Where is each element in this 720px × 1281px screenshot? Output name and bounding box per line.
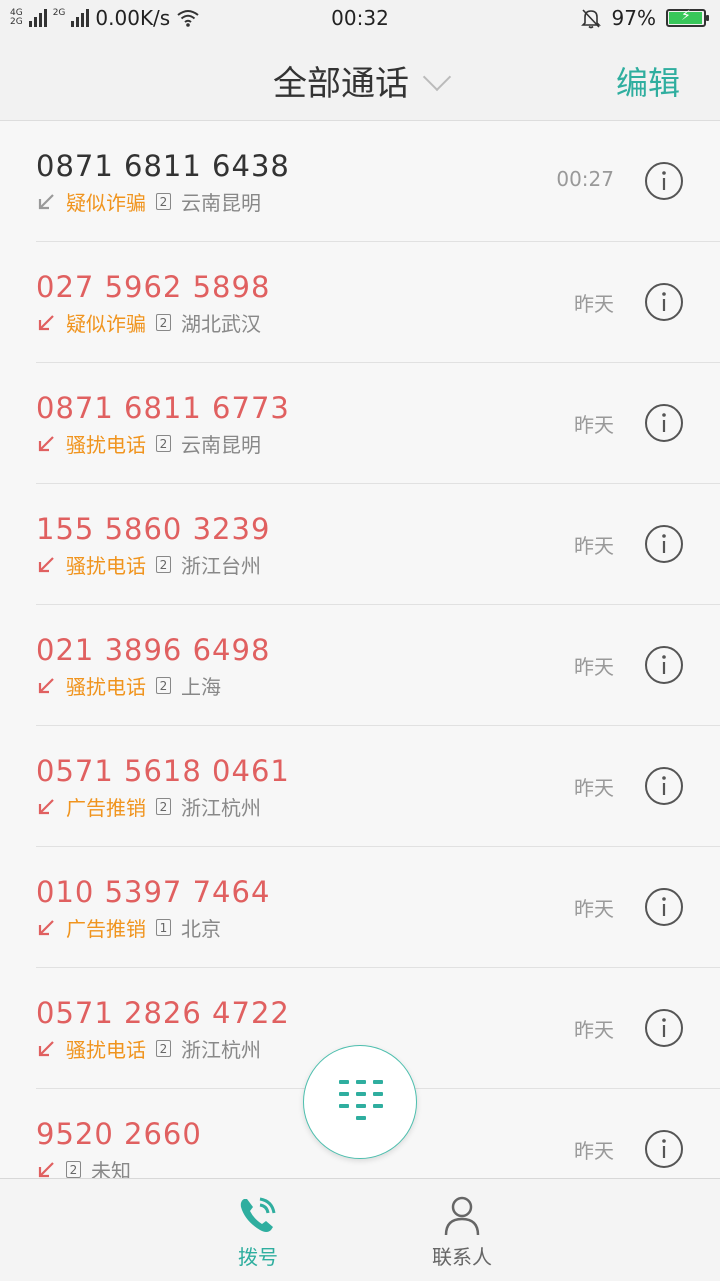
call-log-row[interactable]: 021 3896 6498 骚扰电话 2 上海 昨天 xyxy=(36,605,720,726)
info-icon[interactable] xyxy=(644,403,684,443)
dialpad-icon xyxy=(339,1080,383,1120)
call-time: 昨天 xyxy=(574,655,614,679)
charging-bolt-icon: ⚡ xyxy=(681,8,691,24)
caller-location: 北京 xyxy=(181,917,221,941)
dialpad-button[interactable] xyxy=(303,1045,417,1159)
call-time: 昨天 xyxy=(574,292,614,316)
phone-number: 155 5860 3239 xyxy=(36,512,271,546)
call-details: 广告推销 2 浙江杭州 xyxy=(36,792,261,821)
caller-location: 上海 xyxy=(181,675,221,699)
tab-contacts-label: 联系人 xyxy=(432,1245,492,1269)
phone-number: 0571 2826 4722 xyxy=(36,996,290,1030)
incoming-call-arrow-icon xyxy=(36,1039,56,1059)
incoming-call-arrow-icon xyxy=(36,676,56,696)
caller-location: 云南昆明 xyxy=(181,191,261,215)
battery-percent: 97% xyxy=(611,6,656,30)
spam-tag: 骚扰电话 xyxy=(66,433,146,457)
phone-number: 0871 6811 6773 xyxy=(36,391,290,425)
phone-number: 021 3896 6498 xyxy=(36,633,271,667)
info-icon[interactable] xyxy=(644,766,684,806)
info-icon[interactable] xyxy=(644,282,684,322)
call-details: 骚扰电话 2 浙江台州 xyxy=(36,550,261,579)
call-time: 昨天 xyxy=(574,534,614,558)
spam-tag: 疑似诈骗 xyxy=(66,312,146,336)
caller-location: 浙江杭州 xyxy=(181,796,261,820)
mute-bell-icon xyxy=(580,9,601,29)
tab-contacts[interactable]: 联系人 xyxy=(402,1193,522,1270)
page-title: 全部通话 xyxy=(273,64,409,104)
spam-tag: 广告推销 xyxy=(66,796,146,820)
call-time: 昨天 xyxy=(574,776,614,800)
info-icon[interactable] xyxy=(644,1129,684,1169)
spam-tag: 骚扰电话 xyxy=(66,1038,146,1062)
info-icon[interactable] xyxy=(644,887,684,927)
sim-card-icon: 2 xyxy=(156,435,171,452)
incoming-call-arrow-icon xyxy=(36,434,56,454)
incoming-call-arrow-icon xyxy=(36,192,56,212)
header: 全部通话 编辑 xyxy=(0,38,720,121)
info-icon[interactable] xyxy=(644,1008,684,1048)
call-log-list: 0871 6811 6438 疑似诈骗 2 云南昆明 00:27 027 5962 589… xyxy=(0,121,720,1178)
call-filter-dropdown[interactable]: 全部通话 xyxy=(0,56,720,105)
tab-dial-label: 拨号 xyxy=(238,1245,278,1269)
call-time: 昨天 xyxy=(574,1139,614,1163)
call-log-row[interactable]: 0871 6811 6438 疑似诈骗 2 云南昆明 00:27 xyxy=(36,121,720,242)
caller-location: 湖北武汉 xyxy=(181,312,261,336)
sim-card-icon: 2 xyxy=(66,1161,81,1178)
caller-location: 浙江杭州 xyxy=(181,1038,261,1062)
phone-number: 9520 2660 xyxy=(36,1117,202,1151)
sim-card-icon: 1 xyxy=(156,919,171,936)
call-details: 骚扰电话 2 云南昆明 xyxy=(36,429,261,458)
call-time: 昨天 xyxy=(574,897,614,921)
edit-button[interactable]: 编辑 xyxy=(616,58,680,104)
status-bar: 4G 2G 2G 0.00K/s 00:32 97% ⚡ xyxy=(0,0,720,38)
info-icon[interactable] xyxy=(644,524,684,564)
sim-card-icon: 2 xyxy=(156,193,171,210)
incoming-call-arrow-icon xyxy=(36,555,56,575)
sim-card-icon: 2 xyxy=(156,798,171,815)
info-icon[interactable] xyxy=(644,161,684,201)
incoming-call-arrow-icon xyxy=(36,313,56,333)
call-time: 昨天 xyxy=(574,1018,614,1042)
spam-tag: 骚扰电话 xyxy=(66,675,146,699)
info-icon[interactable] xyxy=(644,645,684,685)
phone-icon xyxy=(240,1197,276,1232)
call-details: 骚扰电话 2 浙江杭州 xyxy=(36,1034,261,1063)
call-log-row[interactable]: 010 5397 7464 广告推销 1 北京 昨天 xyxy=(36,847,720,968)
call-log-row[interactable]: 155 5860 3239 骚扰电话 2 浙江台州 昨天 xyxy=(36,484,720,605)
chevron-down-icon xyxy=(422,62,452,92)
sim-card-icon: 2 xyxy=(156,314,171,331)
incoming-call-arrow-icon xyxy=(36,1160,56,1179)
call-log-row[interactable]: 0871 6811 6773 骚扰电话 2 云南昆明 昨天 xyxy=(36,363,720,484)
call-time: 00:27 xyxy=(556,167,614,191)
call-details: 疑似诈骗 2 湖北武汉 xyxy=(36,308,261,337)
spam-tag: 疑似诈骗 xyxy=(66,191,146,215)
call-details: 疑似诈骗 2 云南昆明 xyxy=(36,187,261,216)
tab-dial[interactable]: 拨号 xyxy=(198,1193,318,1270)
spam-tag: 广告推销 xyxy=(66,917,146,941)
bottom-nav: 拨号 联系人 xyxy=(0,1178,720,1281)
call-details: 骚扰电话 2 上海 xyxy=(36,671,221,700)
caller-location: 未知 xyxy=(91,1159,131,1178)
call-details: 广告推销 1 北京 xyxy=(36,913,221,942)
phone-number: 027 5962 5898 xyxy=(36,270,271,304)
sim-card-icon: 2 xyxy=(156,1040,171,1057)
phone-number: 010 5397 7464 xyxy=(36,875,271,909)
phone-number: 0571 5618 0461 xyxy=(36,754,290,788)
phone-number: 0871 6811 6438 xyxy=(36,149,290,183)
sim-card-icon: 2 xyxy=(156,677,171,694)
call-log-row[interactable]: 0571 5618 0461 广告推销 2 浙江杭州 昨天 xyxy=(36,726,720,847)
battery-icon: ⚡ xyxy=(666,8,709,27)
spam-tag: 骚扰电话 xyxy=(66,554,146,578)
status-right: 97% ⚡ xyxy=(580,6,709,30)
call-log-row[interactable]: 027 5962 5898 疑似诈骗 2 湖北武汉 昨天 xyxy=(36,242,720,363)
caller-location: 浙江台州 xyxy=(181,554,261,578)
caller-location: 云南昆明 xyxy=(181,433,261,457)
sim-card-icon: 2 xyxy=(156,556,171,573)
incoming-call-arrow-icon xyxy=(36,797,56,817)
call-time: 昨天 xyxy=(574,413,614,437)
incoming-call-arrow-icon xyxy=(36,918,56,938)
call-details: 2 未知 xyxy=(36,1155,131,1178)
person-icon xyxy=(444,1196,480,1236)
